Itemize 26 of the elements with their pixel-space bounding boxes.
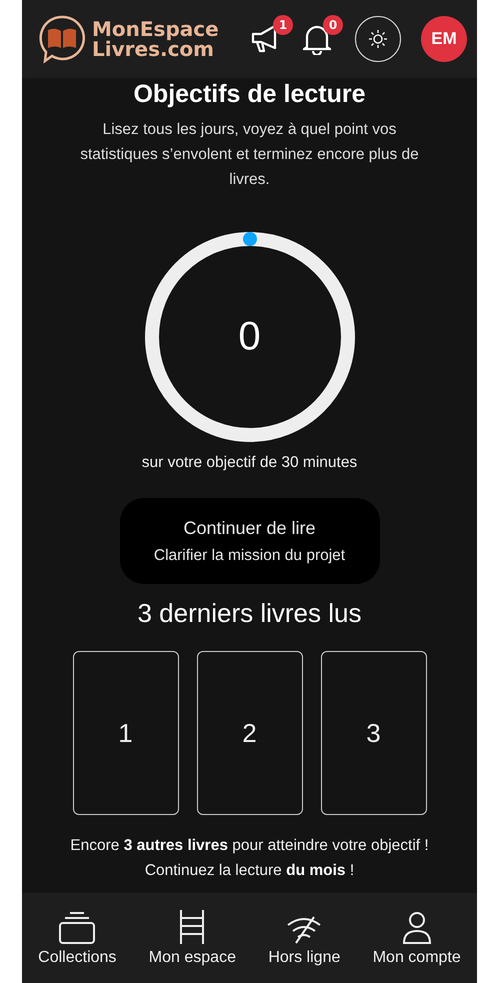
page-title: Objectifs de lecture [133,80,366,109]
logo-text: MonEspace Livres.com [92,19,219,59]
book-card[interactable]: 3 [320,651,426,815]
bell-icon[interactable] [303,23,331,55]
nav-tab[interactable]: Mon espace [148,907,236,983]
notification-count: 1 [273,15,293,35]
sun-icon [369,30,387,48]
stack-icon [58,911,96,945]
progress-value: 0 [238,314,261,360]
encouragement-text: Continuez la lecture du mois ! [144,861,354,881]
nav-tab[interactable]: Collections [38,907,116,983]
nav-tab[interactable]: Mon compte [372,907,461,983]
nav-tab[interactable]: Hors ligne [268,907,340,983]
book-logo-icon [38,14,86,64]
wifi-off-icon [286,915,322,945]
section-title: 3 derniers livres lus [138,598,362,629]
notification-count: 0 [323,15,343,35]
user-icon [400,911,433,945]
book-card[interactable]: 2 [196,651,302,815]
book-card[interactable]: 1 [72,651,178,815]
user-avatar[interactable]: EM [421,16,467,62]
continue-reading-button[interactable]: Continuer de lire Clarifier la mission du projet [120,498,380,584]
subtitle: Lisez tous les jours, voyez à quel point vos statistiques s’envolent et terminez encore plus de livres. [79,120,420,190]
encouragement-text: Encore 3 autres livres pour atteindre votre objectif ! [70,836,429,856]
goal-caption: sur votre objectif de 30 minutes [142,454,358,472]
theme-toggle-button[interactable] [355,16,401,62]
